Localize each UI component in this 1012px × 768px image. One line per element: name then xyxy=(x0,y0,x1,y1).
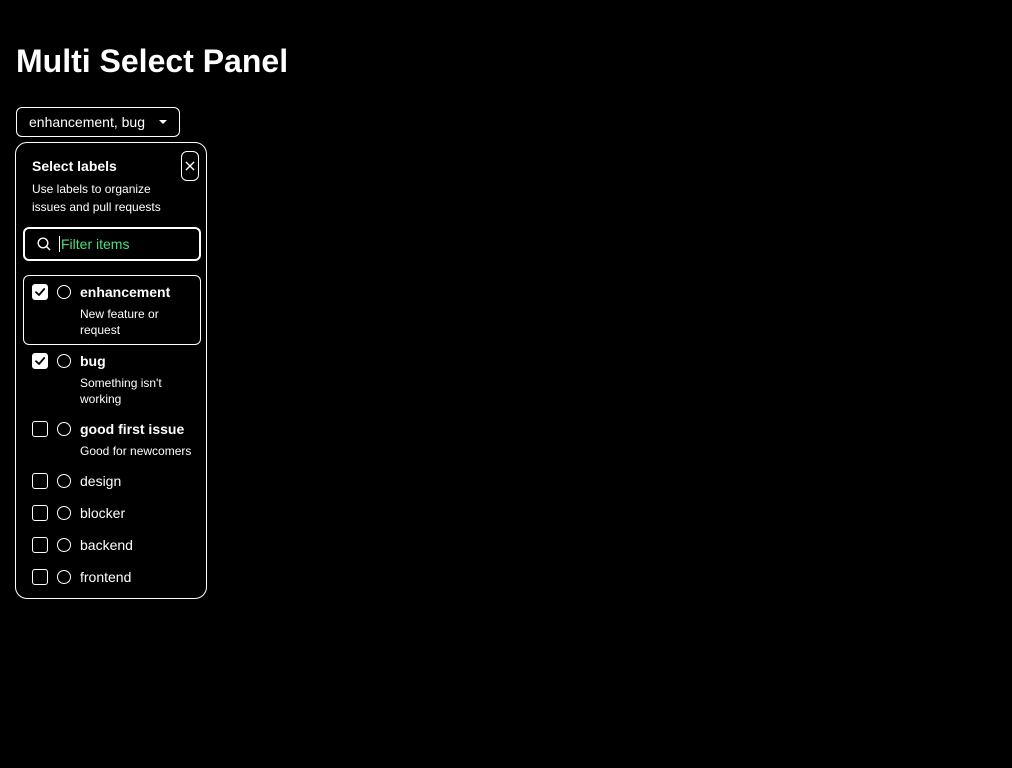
search-icon xyxy=(37,237,51,251)
label-color-dot xyxy=(57,570,71,584)
option-label: blocker xyxy=(80,505,126,521)
option-blocker[interactable]: blocker xyxy=(23,496,201,528)
option-checkbox[interactable] xyxy=(32,537,48,553)
option-enhancement[interactable]: enhancement New feature or request xyxy=(23,275,201,345)
option-label: design xyxy=(80,473,122,489)
label-color-dot xyxy=(57,422,71,436)
trigger-label: enhancement, bug xyxy=(29,114,145,130)
option-good-first-issue[interactable]: good first issue Good for newcomers xyxy=(23,412,201,462)
option-label: backend xyxy=(80,537,133,553)
option-checkbox[interactable] xyxy=(32,473,48,489)
option-label: enhancement xyxy=(80,284,171,300)
close-icon xyxy=(185,161,195,171)
select-panel: Select labels Use labels to organize iss… xyxy=(15,142,207,599)
label-color-dot xyxy=(57,285,71,299)
label-color-dot xyxy=(57,354,71,368)
option-label: frontend xyxy=(80,569,132,585)
triangle-down-icon xyxy=(158,120,167,124)
option-bug[interactable]: bug Something isn't working xyxy=(23,344,201,410)
option-checkbox[interactable] xyxy=(32,569,48,585)
label-color-dot xyxy=(57,474,71,488)
label-color-dot xyxy=(57,538,71,552)
option-backend[interactable]: backend xyxy=(23,528,201,560)
page-title: Multi Select Panel xyxy=(16,43,289,79)
panel-title: Select labels xyxy=(32,158,117,174)
option-frontend[interactable]: frontend xyxy=(23,560,201,592)
option-design[interactable]: design xyxy=(23,464,201,496)
option-checkbox[interactable] xyxy=(32,284,48,300)
close-button[interactable] xyxy=(181,151,199,181)
option-checkbox[interactable] xyxy=(32,421,48,437)
check-icon xyxy=(35,357,46,365)
label-select-trigger[interactable]: enhancement, bug xyxy=(16,107,180,137)
panel-description: Use labels to organize issues and pull r… xyxy=(32,182,161,214)
option-checkbox[interactable] xyxy=(32,505,48,521)
option-checkbox[interactable] xyxy=(32,353,48,369)
option-description: Good for newcomers xyxy=(80,444,192,458)
option-description: New feature or request xyxy=(80,307,159,337)
check-icon xyxy=(35,288,46,296)
filter-field[interactable] xyxy=(23,227,201,261)
option-description: Something isn't working xyxy=(80,376,162,406)
option-label: bug xyxy=(80,353,106,369)
filter-input[interactable] xyxy=(59,236,181,252)
label-color-dot xyxy=(57,506,71,520)
option-label: good first issue xyxy=(80,421,185,437)
